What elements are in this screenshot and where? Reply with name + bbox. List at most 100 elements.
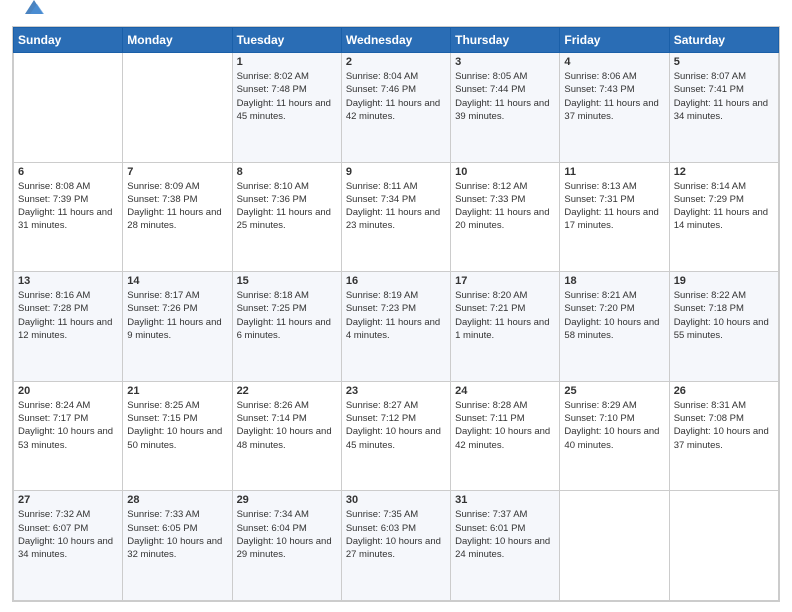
day-number: 19 <box>674 275 774 287</box>
day-info: Sunrise: 7:35 AMSunset: 6:03 PMDaylight:… <box>346 508 446 561</box>
day-info: Sunrise: 8:07 AMSunset: 7:41 PMDaylight:… <box>674 70 774 123</box>
calendar-header: SundayMondayTuesdayWednesdayThursdayFrid… <box>14 28 779 53</box>
day-info: Sunrise: 8:19 AMSunset: 7:23 PMDaylight:… <box>346 289 446 342</box>
header-row: SundayMondayTuesdayWednesdayThursdayFrid… <box>14 28 779 53</box>
day-number: 24 <box>455 385 555 397</box>
day-info: Sunrise: 8:25 AMSunset: 7:15 PMDaylight:… <box>127 399 227 452</box>
day-info: Sunrise: 8:10 AMSunset: 7:36 PMDaylight:… <box>237 180 337 233</box>
day-cell: 12 Sunrise: 8:14 AMSunset: 7:29 PMDayligh… <box>669 162 778 272</box>
day-number: 16 <box>346 275 446 287</box>
day-number: 8 <box>237 166 337 178</box>
day-info: Sunrise: 8:26 AMSunset: 7:14 PMDaylight:… <box>237 399 337 452</box>
day-info: Sunrise: 8:04 AMSunset: 7:46 PMDaylight:… <box>346 70 446 123</box>
day-cell: 16 Sunrise: 8:19 AMSunset: 7:23 PMDayligh… <box>341 272 450 382</box>
day-info: Sunrise: 8:02 AMSunset: 7:48 PMDaylight:… <box>237 70 337 123</box>
page: SundayMondayTuesdayWednesdayThursdayFrid… <box>0 0 792 612</box>
day-info: Sunrise: 8:09 AMSunset: 7:38 PMDaylight:… <box>127 180 227 233</box>
day-cell: 13 Sunrise: 8:16 AMSunset: 7:28 PMDayligh… <box>14 272 123 382</box>
day-number: 10 <box>455 166 555 178</box>
day-cell: 10 Sunrise: 8:12 AMSunset: 7:33 PMDayligh… <box>451 162 560 272</box>
calendar-table: SundayMondayTuesdayWednesdayThursdayFrid… <box>13 27 779 601</box>
header-cell-friday: Friday <box>560 28 669 53</box>
day-cell: 1 Sunrise: 8:02 AMSunset: 7:48 PMDaylight… <box>232 53 341 163</box>
day-cell: 31 Sunrise: 7:37 AMSunset: 6:01 PMDayligh… <box>451 491 560 601</box>
day-number: 22 <box>237 385 337 397</box>
day-info: Sunrise: 8:12 AMSunset: 7:33 PMDaylight:… <box>455 180 555 233</box>
day-info: Sunrise: 8:28 AMSunset: 7:11 PMDaylight:… <box>455 399 555 452</box>
day-number: 15 <box>237 275 337 287</box>
week-row-2: 13 Sunrise: 8:16 AMSunset: 7:28 PMDayligh… <box>14 272 779 382</box>
day-info: Sunrise: 8:16 AMSunset: 7:28 PMDaylight:… <box>18 289 118 342</box>
day-number: 1 <box>237 56 337 68</box>
day-number: 31 <box>455 494 555 506</box>
day-cell: 4Sunrise: 8:06 AMSunset: 7:43 PMDaylight… <box>560 53 669 163</box>
day-number: 18 <box>564 275 664 287</box>
day-info: Sunrise: 7:33 AMSunset: 6:05 PMDaylight:… <box>127 508 227 561</box>
day-number: 9 <box>346 166 446 178</box>
day-info: Sunrise: 8:18 AMSunset: 7:25 PMDaylight:… <box>237 289 337 342</box>
day-info: Sunrise: 8:27 AMSunset: 7:12 PMDaylight:… <box>346 399 446 452</box>
day-number: 4 <box>564 56 664 68</box>
day-number: 20 <box>18 385 118 397</box>
day-info: Sunrise: 8:21 AMSunset: 7:20 PMDaylight:… <box>564 289 664 342</box>
day-number: 5 <box>674 56 774 68</box>
day-cell: 5 Sunrise: 8:07 AMSunset: 7:41 PMDaylight… <box>669 53 778 163</box>
header-cell-tuesday: Tuesday <box>232 28 341 53</box>
day-number: 2 <box>346 56 446 68</box>
day-cell: 15 Sunrise: 8:18 AMSunset: 7:25 PMDayligh… <box>232 272 341 382</box>
day-number: 14 <box>127 275 227 287</box>
day-info: Sunrise: 7:32 AMSunset: 6:07 PMDaylight:… <box>18 508 118 561</box>
day-cell: 27 Sunrise: 7:32 AMSunset: 6:07 PMDayligh… <box>14 491 123 601</box>
day-number: 7 <box>127 166 227 178</box>
day-info: Sunrise: 8:22 AMSunset: 7:18 PMDaylight:… <box>674 289 774 342</box>
day-number: 11 <box>564 166 664 178</box>
day-info: Sunrise: 8:08 AMSunset: 7:39 PMDaylight:… <box>18 180 118 233</box>
day-cell: 18 Sunrise: 8:21 AMSunset: 7:20 PMDayligh… <box>560 272 669 382</box>
day-number: 13 <box>18 275 118 287</box>
day-info: Sunrise: 8:11 AMSunset: 7:34 PMDaylight:… <box>346 180 446 233</box>
day-cell <box>123 53 232 163</box>
day-info: Sunrise: 8:24 AMSunset: 7:17 PMDaylight:… <box>18 399 118 452</box>
header <box>0 0 792 26</box>
day-cell: 17 Sunrise: 8:20 AMSunset: 7:21 PMDayligh… <box>451 272 560 382</box>
day-cell <box>14 53 123 163</box>
day-cell: 28 Sunrise: 7:33 AMSunset: 6:05 PMDayligh… <box>123 491 232 601</box>
day-cell: 30Sunrise: 7:35 AMSunset: 6:03 PMDayligh… <box>341 491 450 601</box>
day-cell <box>669 491 778 601</box>
day-cell <box>560 491 669 601</box>
day-cell: 20 Sunrise: 8:24 AMSunset: 7:17 PMDayligh… <box>14 381 123 491</box>
day-number: 3 <box>455 56 555 68</box>
day-number: 29 <box>237 494 337 506</box>
day-cell: 7 Sunrise: 8:09 AMSunset: 7:38 PMDaylight… <box>123 162 232 272</box>
day-cell: 11Sunrise: 8:13 AMSunset: 7:31 PMDayligh… <box>560 162 669 272</box>
day-info: Sunrise: 8:05 AMSunset: 7:44 PMDaylight:… <box>455 70 555 123</box>
week-row-3: 20 Sunrise: 8:24 AMSunset: 7:17 PMDayligh… <box>14 381 779 491</box>
day-info: Sunrise: 8:14 AMSunset: 7:29 PMDaylight:… <box>674 180 774 233</box>
header-cell-wednesday: Wednesday <box>341 28 450 53</box>
day-number: 27 <box>18 494 118 506</box>
day-cell: 24 Sunrise: 8:28 AMSunset: 7:11 PMDayligh… <box>451 381 560 491</box>
calendar-body: 1 Sunrise: 8:02 AMSunset: 7:48 PMDaylight… <box>14 53 779 601</box>
header-cell-thursday: Thursday <box>451 28 560 53</box>
day-cell: 29Sunrise: 7:34 AMSunset: 6:04 PMDayligh… <box>232 491 341 601</box>
day-info: Sunrise: 7:37 AMSunset: 6:01 PMDaylight:… <box>455 508 555 561</box>
header-cell-sunday: Sunday <box>14 28 123 53</box>
day-info: Sunrise: 8:31 AMSunset: 7:08 PMDaylight:… <box>674 399 774 452</box>
day-number: 12 <box>674 166 774 178</box>
logo <box>20 14 45 18</box>
day-cell: 25Sunrise: 8:29 AMSunset: 7:10 PMDayligh… <box>560 381 669 491</box>
week-row-4: 27 Sunrise: 7:32 AMSunset: 6:07 PMDayligh… <box>14 491 779 601</box>
day-number: 21 <box>127 385 227 397</box>
day-number: 26 <box>674 385 774 397</box>
day-number: 6 <box>18 166 118 178</box>
day-cell: 23Sunrise: 8:27 AMSunset: 7:12 PMDayligh… <box>341 381 450 491</box>
header-cell-saturday: Saturday <box>669 28 778 53</box>
day-cell: 22 Sunrise: 8:26 AMSunset: 7:14 PMDayligh… <box>232 381 341 491</box>
day-info: Sunrise: 8:20 AMSunset: 7:21 PMDaylight:… <box>455 289 555 342</box>
day-number: 17 <box>455 275 555 287</box>
day-cell: 14Sunrise: 8:17 AMSunset: 7:26 PMDayligh… <box>123 272 232 382</box>
day-number: 28 <box>127 494 227 506</box>
day-cell: 8 Sunrise: 8:10 AMSunset: 7:36 PMDaylight… <box>232 162 341 272</box>
day-cell: 2 Sunrise: 8:04 AMSunset: 7:46 PMDaylight… <box>341 53 450 163</box>
day-cell: 9 Sunrise: 8:11 AMSunset: 7:34 PMDaylight… <box>341 162 450 272</box>
